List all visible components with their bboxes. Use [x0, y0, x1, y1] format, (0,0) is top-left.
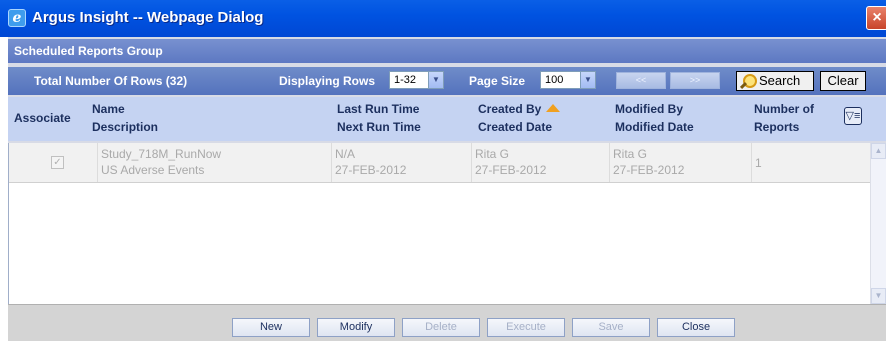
column-divider — [97, 143, 98, 182]
displaying-rows-select[interactable]: 1-32 ▼ — [389, 71, 444, 89]
column-description[interactable]: Description — [92, 119, 158, 136]
group-header: Scheduled Reports Group — [8, 39, 886, 63]
vertical-scrollbar[interactable]: ▲ ▼ — [870, 143, 886, 304]
sort-ascending-icon — [546, 104, 561, 112]
column-modified-date[interactable]: Modified Date — [615, 119, 694, 136]
close-button[interactable]: Close — [657, 318, 735, 337]
chevron-down-icon[interactable]: ▼ — [580, 72, 595, 88]
scroll-up-icon[interactable]: ▲ — [871, 143, 886, 159]
title-bar[interactable]: e Argus Insight -- Webpage Dialog × — [0, 0, 886, 37]
cell-last-run-time: N/A — [335, 147, 356, 161]
execute-button[interactable]: Execute — [487, 318, 565, 337]
column-next-run-time[interactable]: Next Run Time — [337, 119, 421, 136]
reports-grid: ✓ Study_718M_RunNow US Adverse Events N/… — [8, 143, 870, 304]
cell-name: Study_718M_RunNow — [101, 147, 222, 161]
column-name[interactable]: Name — [92, 101, 125, 118]
page-size-select[interactable]: 100 ▼ — [540, 71, 596, 89]
displaying-rows-value: 1-32 — [394, 74, 417, 86]
column-associate[interactable]: Associate — [14, 110, 71, 127]
scroll-down-icon[interactable]: ▼ — [871, 288, 886, 304]
window-title: Argus Insight -- Webpage Dialog — [32, 9, 264, 26]
chevron-down-icon[interactable]: ▼ — [428, 72, 443, 88]
column-divider — [331, 143, 332, 182]
column-reports[interactable]: Reports — [754, 119, 799, 136]
cell-number-of-reports: 1 — [755, 156, 762, 170]
button-bar: New Modify Delete Execute Save Close — [8, 304, 886, 341]
search-button[interactable]: Search — [736, 71, 814, 91]
displaying-rows-label: Displaying Rows — [279, 74, 376, 88]
column-created-by-label: Created By — [478, 102, 542, 116]
column-header-row: Associate Name Description Last Run Time… — [8, 97, 886, 141]
next-page-button[interactable]: >> — [670, 72, 720, 89]
delete-button[interactable]: Delete — [402, 318, 480, 337]
column-divider — [471, 143, 472, 182]
grid-toolbar: Total Number Of Rows (32) Displaying Row… — [8, 67, 886, 95]
cell-next-run-time: 27-FEB-2012 — [335, 163, 407, 177]
clear-button[interactable]: Clear — [820, 71, 866, 91]
page-size-label: Page Size — [469, 74, 526, 88]
column-number-of[interactable]: Number of — [754, 101, 814, 118]
page-size-value: 100 — [545, 74, 564, 86]
table-row[interactable]: ✓ Study_718M_RunNow US Adverse Events N/… — [9, 143, 870, 183]
column-divider — [751, 143, 752, 182]
cell-modified-by: Rita G — [613, 147, 648, 161]
cell-modified-date: 27-FEB-2012 — [613, 163, 685, 177]
filter-icon[interactable]: ▽≡ — [844, 107, 862, 125]
column-created-date[interactable]: Created Date — [478, 119, 552, 136]
new-button[interactable]: New — [232, 318, 310, 337]
column-created-by[interactable]: Created By — [478, 101, 561, 118]
webpage-dialog: e Argus Insight -- Webpage Dialog × Sche… — [0, 0, 886, 341]
cell-created-date: 27-FEB-2012 — [475, 163, 547, 177]
column-last-run-time[interactable]: Last Run Time — [337, 101, 419, 118]
ie-logo-icon: e — [8, 9, 26, 27]
column-divider — [609, 143, 610, 182]
total-rows-text: Total Number Of Rows (32) — [34, 74, 188, 88]
column-modified-by[interactable]: Modified By — [615, 101, 683, 118]
search-button-label: Search — [759, 73, 801, 88]
previous-page-button[interactable]: << — [616, 72, 666, 89]
modify-button[interactable]: Modify — [317, 318, 395, 337]
save-button[interactable]: Save — [572, 318, 650, 337]
dialog-content: Scheduled Reports Group Total Number Of … — [8, 37, 886, 341]
close-window-button[interactable]: × — [866, 6, 886, 30]
cell-description: US Adverse Events — [101, 163, 205, 177]
cell-created-by: Rita G — [475, 147, 510, 161]
associate-checkbox[interactable]: ✓ — [51, 156, 64, 169]
